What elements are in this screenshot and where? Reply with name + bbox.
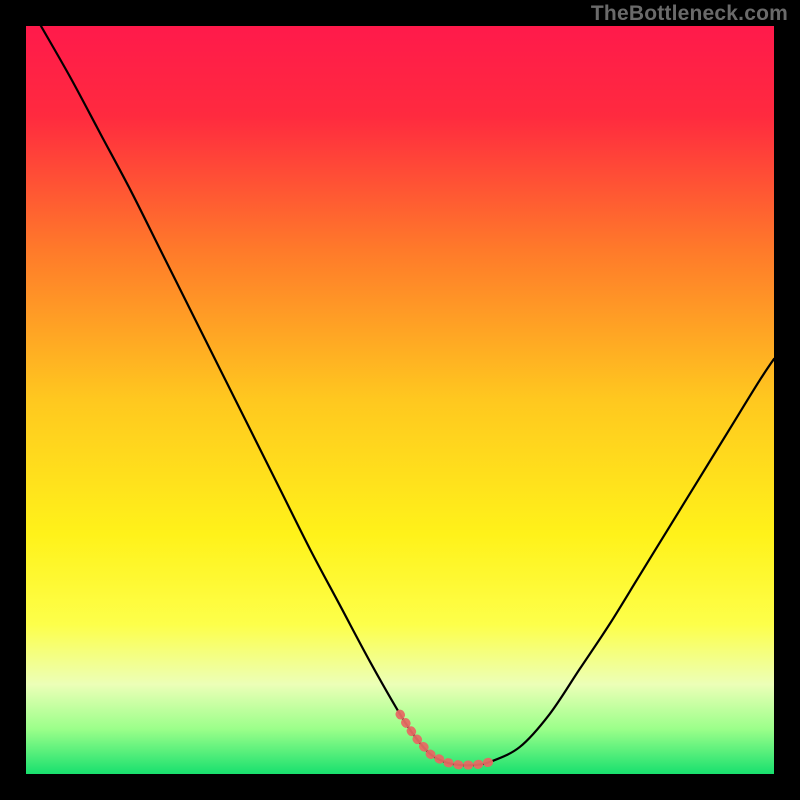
optimal-range-marker xyxy=(26,26,774,774)
chart-container: TheBottleneck.com xyxy=(0,0,800,800)
plot-area xyxy=(26,26,774,774)
watermark-text: TheBottleneck.com xyxy=(591,2,788,26)
